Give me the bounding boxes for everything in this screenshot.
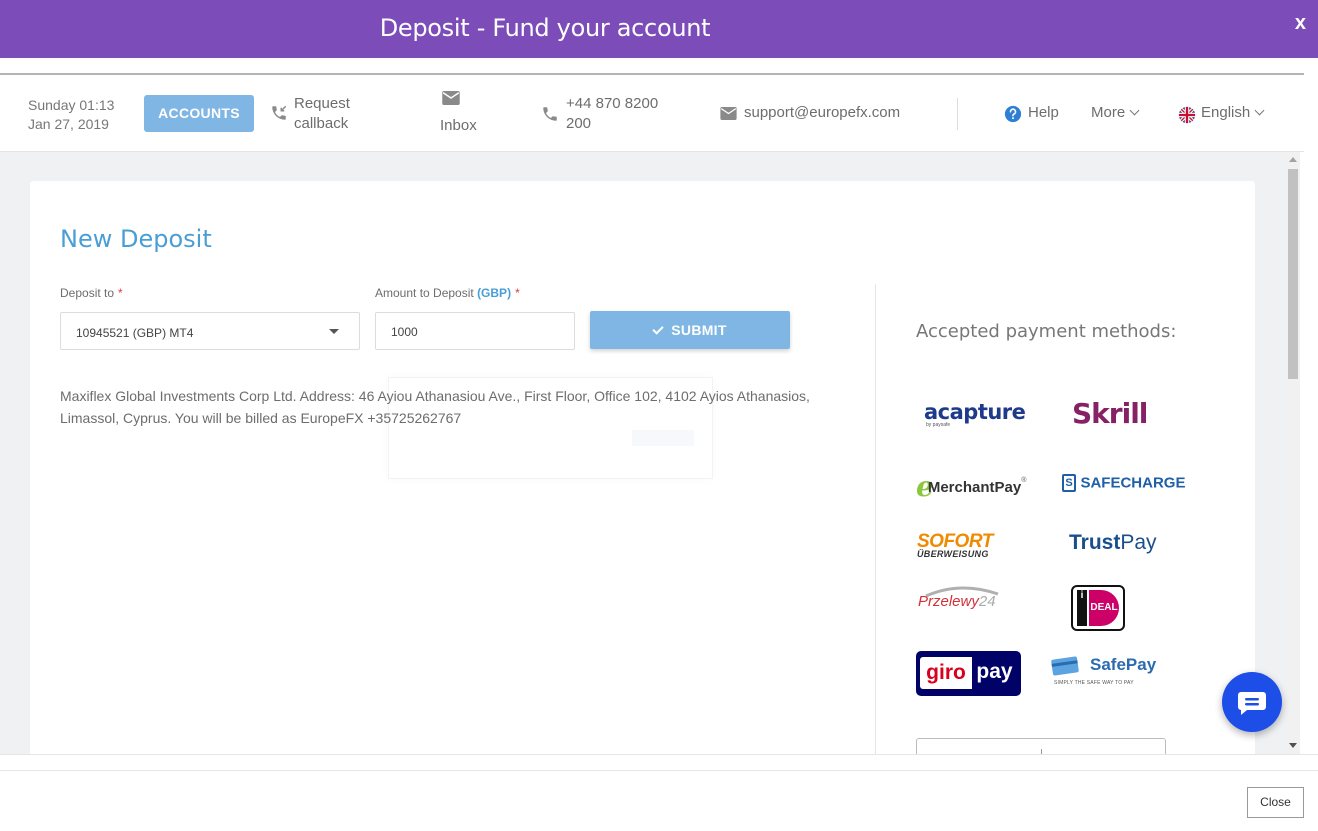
- card-icon: [1051, 656, 1079, 676]
- scroll-down-arrow-icon[interactable]: [1289, 743, 1297, 748]
- content-area: New Deposit Deposit to * 10945521 (GBP) M…: [0, 152, 1286, 754]
- chevron-down-icon: [1254, 105, 1265, 116]
- language-label: English: [1201, 104, 1251, 121]
- help-label: Help: [1028, 104, 1059, 121]
- scroll-up-arrow-icon[interactable]: [1289, 157, 1297, 162]
- deposit-to-label: Deposit to *: [60, 286, 123, 300]
- ideal-text: DEAL: [1089, 590, 1119, 626]
- safecharge-text: SAFECHARGE: [1080, 474, 1186, 492]
- safepay-sub: SIMPLY THE SAFE WAY TO PAY: [1054, 680, 1134, 686]
- vertical-scrollbar[interactable]: [1286, 152, 1300, 754]
- footer-divider: [0, 770, 1318, 771]
- deposit-to-label-text: Deposit to: [60, 286, 115, 300]
- safepay-text: SafePay: [1090, 655, 1157, 674]
- phone-number-line2: 200: [566, 115, 592, 132]
- dialog-title-bar: Deposit - Fund your account x: [0, 0, 1318, 58]
- callback-label-line1: Request: [294, 95, 350, 112]
- caret-down-icon: [329, 329, 339, 334]
- mail-icon: [720, 107, 737, 124]
- top-nav-bar: Sunday 01:13 Jan 27, 2019 ACCOUNTS Reque…: [0, 75, 1304, 152]
- phone-icon: [541, 105, 559, 127]
- ideal-logo: i DEAL: [1071, 585, 1125, 631]
- deposit-card: New Deposit Deposit to * 10945521 (GBP) M…: [30, 181, 1255, 754]
- date-time: Sunday 01:13 Jan 27, 2019: [28, 96, 114, 134]
- trustpay-text-light: Pay: [1120, 531, 1157, 554]
- trustpay-text-bold: Trust: [1069, 531, 1121, 554]
- help-circle-icon: [1004, 105, 1022, 127]
- company-address: Maxiflex Global Investments Corp Ltd. Ad…: [60, 388, 810, 426]
- deposit-account-select[interactable]: 10945521 (GBP) MT4: [60, 312, 360, 350]
- inbox-label: Inbox: [440, 117, 477, 134]
- skrill-logo: Skrill: [1072, 397, 1148, 430]
- trustpay-logo: TrustPay: [1069, 531, 1157, 555]
- submit-label: SUBMIT: [671, 322, 727, 338]
- selected-account: 10945521 (GBP) MT4: [76, 326, 194, 340]
- faded-popup-button: [632, 430, 694, 446]
- dialog-title: Deposit - Fund your account: [379, 14, 711, 42]
- safecharge-logo: S SAFECHARGE: [1062, 474, 1185, 492]
- submit-button[interactable]: SUBMIT: [590, 311, 790, 349]
- more-menu[interactable]: More: [1091, 104, 1140, 121]
- close-button[interactable]: Close: [1247, 787, 1304, 818]
- giropay-logo: giro pay: [916, 651, 1021, 696]
- support-email: support@europefx.com: [744, 104, 901, 121]
- phone-callback-icon: [270, 104, 288, 126]
- nav-divider: [957, 98, 958, 130]
- accounts-button[interactable]: ACCOUNTS: [144, 95, 254, 132]
- amount-label: Amount to Deposit (GBP) *: [375, 286, 520, 300]
- ideal-i: i: [1077, 590, 1087, 626]
- safecharge-mark: S: [1062, 474, 1076, 492]
- chat-button[interactable]: [1222, 672, 1282, 732]
- amount-input[interactable]: 1000: [375, 312, 575, 350]
- przelewy24-logo: Przelewy24: [918, 586, 999, 610]
- sofort-sub: ÜBERWEISUNG: [917, 549, 989, 559]
- callback-label-line2: callback: [294, 115, 349, 132]
- amount-label-text: Amount to Deposit: [375, 286, 474, 300]
- przelewy24-text: Przelewy: [918, 593, 979, 610]
- acapture-logo-text: acapture: [924, 400, 1026, 424]
- required-mark: *: [118, 286, 123, 300]
- scrollbar-thumb[interactable]: [1288, 169, 1298, 379]
- date-text: Jan 27, 2019: [28, 116, 109, 132]
- uk-flag-icon: [1178, 106, 1196, 128]
- day-time-text: Sunday 01:13: [28, 97, 115, 113]
- required-mark: *: [515, 286, 520, 300]
- chat-bubble-icon: [1238, 692, 1266, 715]
- dialog-footer: Close: [0, 754, 1318, 831]
- check-icon: [652, 323, 664, 335]
- emerchantpay-logo: eMerchantPay®: [916, 470, 1026, 503]
- column-divider: [875, 284, 876, 754]
- more-label: More: [1091, 104, 1126, 121]
- currency-code: (GBP): [477, 286, 512, 300]
- payment-methods-title: Accepted payment methods:: [916, 321, 1177, 342]
- acapture-logo: acapture by paysafe: [924, 400, 1026, 428]
- przelewy24-number: 24: [978, 593, 996, 610]
- chevron-down-icon: [1129, 105, 1140, 116]
- dialog-close-icon[interactable]: x: [1295, 12, 1306, 35]
- sofort-logo: SOFORT ÜBERWEISUNG: [917, 532, 993, 559]
- payment-logo-partial: [916, 738, 1166, 754]
- page-title: New Deposit: [60, 225, 212, 253]
- phone-number-line1: +44 870 8200: [566, 95, 659, 112]
- giropay-giro: giro: [920, 657, 972, 689]
- emerchantpay-text: MerchantPay: [927, 479, 1022, 496]
- mail-icon: [442, 91, 460, 109]
- giropay-pay: pay: [976, 660, 1013, 683]
- emerchantpay-registered: ®: [1021, 476, 1027, 484]
